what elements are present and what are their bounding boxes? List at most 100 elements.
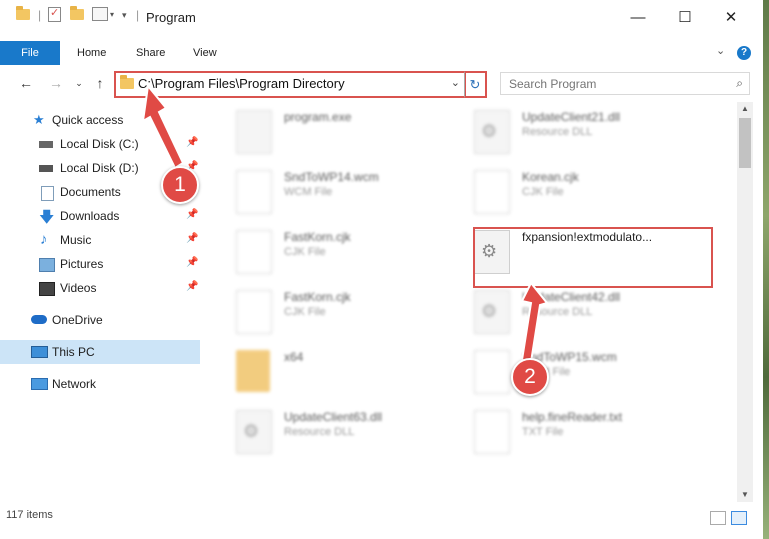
file-type: Resource DLL xyxy=(522,126,593,138)
sidebar-item-downloads[interactable]: 🡇 Downloads 📌 xyxy=(0,204,200,228)
sidebar-item-label: Quick access xyxy=(52,113,124,127)
file-name: UpdateClient63.dll xyxy=(284,410,383,424)
file-name: Korean.cjk xyxy=(522,170,579,184)
dll-file-icon xyxy=(236,410,272,454)
file-type: TXT File xyxy=(522,426,564,438)
file-icon xyxy=(236,170,272,214)
customize-qa-icon[interactable]: ▾ xyxy=(92,7,114,21)
sidebar-item-music[interactable]: ♪ Music 📌 xyxy=(0,228,200,252)
pictures-icon xyxy=(39,258,55,272)
navigation-bar: ← → ⌄ ↑ C:\Program Files\Program Directo… xyxy=(0,70,763,98)
file-item[interactable]: program.exe xyxy=(216,102,436,154)
file-list: program.exe UpdateClient21.dll Resource … xyxy=(206,102,736,502)
folder-icon xyxy=(16,6,30,20)
details-view-icon[interactable] xyxy=(710,511,726,525)
refresh-button[interactable]: ↻ xyxy=(464,71,487,98)
dropdown-chevron-icon[interactable]: ▾ xyxy=(122,10,127,21)
sidebar-item-quick-access[interactable]: ★ Quick access xyxy=(0,108,200,132)
item-count: 117 items xyxy=(6,509,53,521)
large-icons-view-icon[interactable] xyxy=(731,511,747,525)
file-icon xyxy=(474,350,510,394)
file-name: UpdateClient42.dll xyxy=(522,290,621,304)
sidebar-item-videos[interactable]: Videos 📌 xyxy=(0,276,200,300)
sidebar-item-label: Videos xyxy=(60,281,97,295)
search-box[interactable]: ⌕ xyxy=(500,72,750,95)
file-item[interactable]: FastKorn.cjk CJK File xyxy=(216,282,436,334)
file-item[interactable]: help.fineReader.txt TXT File xyxy=(454,402,674,454)
file-item[interactable]: UpdateClient21.dll Resource DLL xyxy=(454,102,674,154)
file-icon xyxy=(474,170,510,214)
sidebar-item-label: Downloads xyxy=(60,209,120,223)
file-name: FastKorn.cjk xyxy=(284,230,351,244)
pin-icon[interactable]: 📌 xyxy=(186,257,198,268)
file-item[interactable]: x64 xyxy=(216,342,436,392)
highlight-box xyxy=(473,227,713,288)
file-name: help.fineReader.txt xyxy=(522,410,623,424)
search-icon[interactable]: ⌕ xyxy=(736,76,743,91)
back-arrow-icon[interactable]: ← xyxy=(17,74,35,92)
vertical-scrollbar[interactable]: ▲ ▼ xyxy=(737,102,753,502)
file-item[interactable]: SndToWP14.wcm WCM File xyxy=(216,162,436,214)
drive-icon xyxy=(39,165,53,172)
pin-icon[interactable]: 📌 xyxy=(186,209,198,220)
help-button[interactable]: ? xyxy=(737,46,751,60)
pin-icon[interactable]: 📌 xyxy=(186,281,198,292)
sidebar-item-label: Pictures xyxy=(60,257,104,271)
scroll-up-icon[interactable]: ▲ xyxy=(737,102,753,116)
address-dropdown-chevron-icon[interactable]: ⌄ xyxy=(451,76,460,89)
callout-badge-1: 1 xyxy=(161,166,199,204)
sidebar-item-pictures[interactable]: Pictures 📌 xyxy=(0,252,200,276)
separator: | xyxy=(38,8,42,22)
explorer-window: | ✓ ▾ ▾ | Program — ☐ ✕ File Home Share … xyxy=(0,0,769,539)
sidebar-item-local-disk-c[interactable]: Local Disk (C:) 📌 xyxy=(0,132,200,156)
new-folder-icon[interactable] xyxy=(70,6,84,20)
cloud-icon xyxy=(31,315,47,324)
documents-icon xyxy=(41,186,54,201)
file-name: x64 xyxy=(284,350,304,364)
sidebar-item-label: Music xyxy=(60,233,92,247)
properties-icon[interactable]: ✓ xyxy=(48,7,61,22)
minimize-button[interactable]: — xyxy=(623,8,653,28)
sidebar-item-this-pc[interactable]: This PC xyxy=(0,340,200,364)
status-bar: 117 items xyxy=(0,506,763,526)
scroll-down-icon[interactable]: ▼ xyxy=(737,488,753,502)
scrollbar-thumb[interactable] xyxy=(739,118,751,168)
sidebar-item-onedrive[interactable]: OneDrive xyxy=(0,308,200,332)
download-arrow-icon: 🡇 xyxy=(39,209,55,226)
file-item[interactable]: UpdateClient42.dll Resource DLL xyxy=(454,282,674,334)
dll-file-icon xyxy=(474,110,510,154)
sidebar-item-label: Network xyxy=(52,377,97,391)
file-item[interactable]: SndToWP15.wcm WCM File xyxy=(454,342,674,394)
tab-share[interactable]: Share xyxy=(136,41,165,65)
file-item[interactable]: FastKorn.cjk CJK File xyxy=(216,222,436,274)
pin-icon[interactable]: 📌 xyxy=(186,233,198,244)
sidebar-item-network[interactable]: Network xyxy=(0,372,200,396)
callout-badge-2: 2 xyxy=(511,358,549,396)
separator: | xyxy=(136,8,140,22)
address-path: C:\Program Files\Program Directory xyxy=(138,76,345,91)
address-bar[interactable]: C:\Program Files\Program Directory ⌄ xyxy=(114,71,466,98)
folder-icon xyxy=(120,75,134,89)
file-item[interactable]: Korean.cjk CJK File xyxy=(454,162,674,214)
tab-file[interactable]: File xyxy=(0,41,60,65)
expand-ribbon-icon[interactable]: ⌄ xyxy=(716,44,725,57)
dll-file-icon xyxy=(474,290,510,334)
title-bar: | ✓ ▾ ▾ | Program — ☐ ✕ xyxy=(0,0,763,36)
folder-icon xyxy=(236,350,270,392)
exe-file-icon xyxy=(236,110,272,154)
file-name: SndToWP14.wcm xyxy=(284,170,379,184)
file-item[interactable]: UpdateClient63.dll Resource DLL xyxy=(216,402,436,454)
search-input[interactable] xyxy=(507,75,721,93)
navigation-pane: ★ Quick access Local Disk (C:) 📌 Local D… xyxy=(0,108,200,503)
close-button[interactable]: ✕ xyxy=(716,8,746,28)
pin-icon[interactable]: 📌 xyxy=(186,137,198,148)
tab-view[interactable]: View xyxy=(193,41,217,65)
tab-home[interactable]: Home xyxy=(77,41,106,65)
computer-icon xyxy=(31,346,48,358)
forward-arrow-icon[interactable]: → xyxy=(47,74,65,92)
text-file-icon xyxy=(474,410,510,454)
maximize-button[interactable]: ☐ xyxy=(670,8,700,28)
up-arrow-icon[interactable]: ↑ xyxy=(91,74,109,92)
recent-locations-chevron-icon[interactable]: ⌄ xyxy=(70,74,88,92)
drive-icon xyxy=(39,141,53,148)
